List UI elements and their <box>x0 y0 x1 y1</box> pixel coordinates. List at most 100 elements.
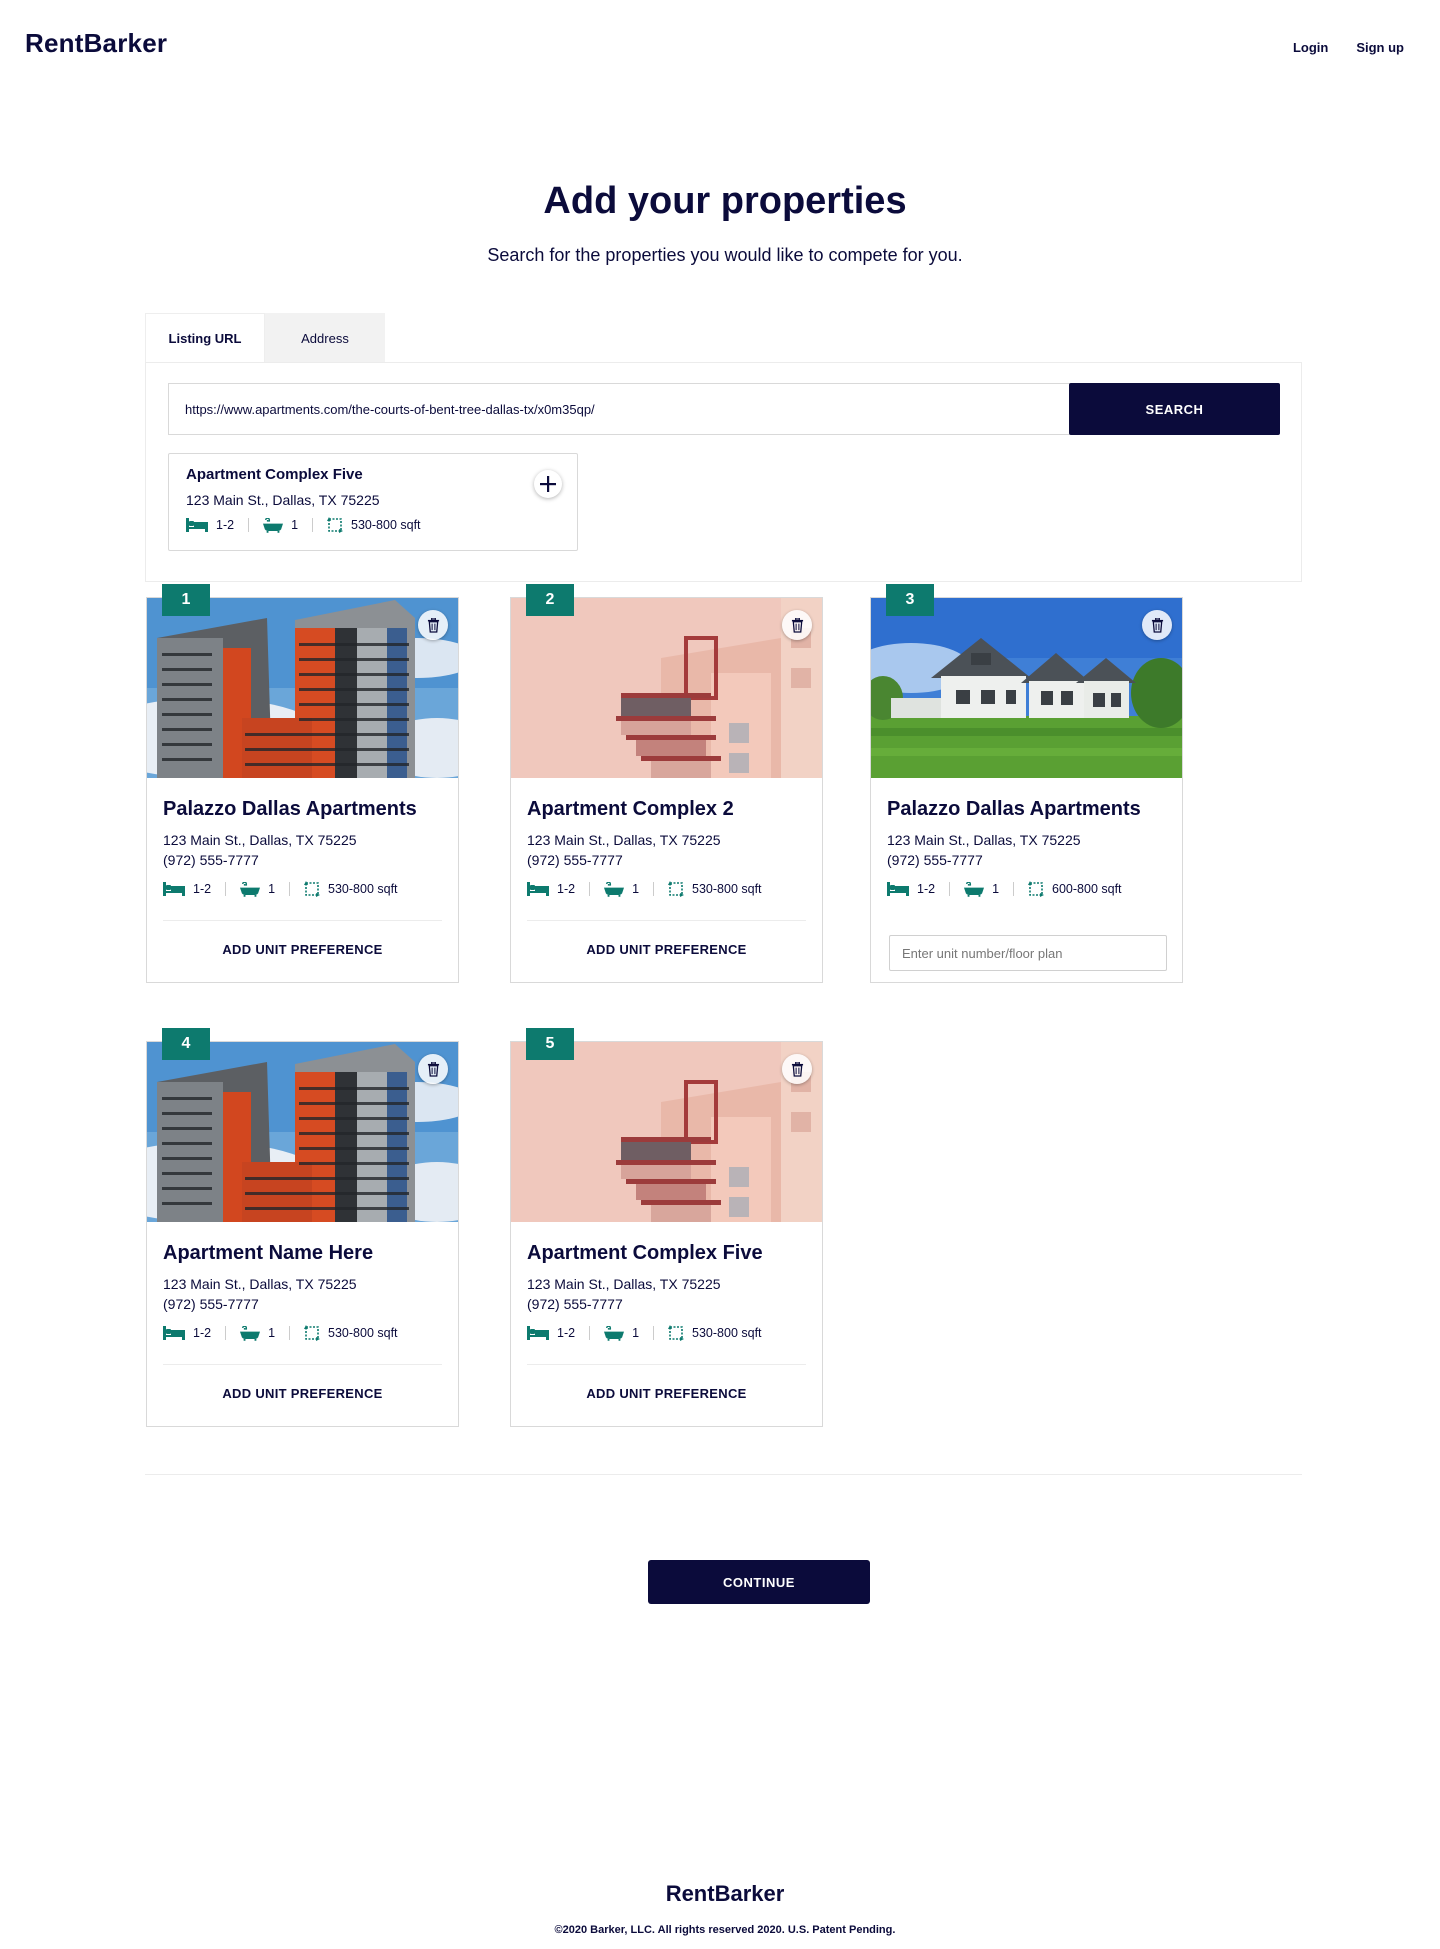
delete-property-button[interactable] <box>782 610 812 640</box>
property-address: 123 Main St., Dallas, TX 75225 <box>527 832 721 848</box>
property-features: 1-2 1 530-800 sqft <box>163 1325 398 1341</box>
property-name: Apartment Complex 2 <box>527 798 734 820</box>
footer-logo[interactable]: RentBarker <box>0 1881 1440 1907</box>
bed-icon <box>887 882 909 896</box>
property-address: 123 Main St., Dallas, TX 75225 <box>163 1276 357 1292</box>
bath-icon <box>240 1326 260 1341</box>
trash-icon <box>1151 618 1164 633</box>
property-address: 123 Main St., Dallas, TX 75225 <box>163 832 357 848</box>
area-icon <box>1028 881 1044 897</box>
property-features: 1-2 1 600-800 sqft <box>887 881 1122 897</box>
property-number-badge: 3 <box>886 584 934 616</box>
baths-feature: 1 <box>240 1326 275 1341</box>
property-address: 123 Main St., Dallas, TX 75225 <box>887 832 1081 848</box>
card-divider <box>527 1364 806 1365</box>
signup-link[interactable]: Sign up <box>1356 40 1404 55</box>
add-unit-preference-button[interactable]: ADD UNIT PREFERENCE <box>147 1386 458 1401</box>
sqft-value: 530-800 sqft <box>351 518 421 532</box>
trash-icon <box>791 618 804 633</box>
card-divider <box>527 920 806 921</box>
result-features: 1-2 1 530-800 sqft <box>186 517 560 533</box>
continue-button[interactable]: CONTINUE <box>648 1560 870 1604</box>
delete-property-button[interactable] <box>418 610 448 640</box>
feature-divider <box>653 882 655 896</box>
property-phone: (972) 555-7777 <box>527 1296 623 1312</box>
property-photo <box>871 598 1182 778</box>
tab-address[interactable]: Address <box>265 313 385 363</box>
property-name: Apartment Name Here <box>163 1242 374 1264</box>
property-features: 1-2 1 530-800 sqft <box>163 881 398 897</box>
area-icon <box>668 1325 684 1341</box>
property-card[interactable]: 4 Apartment Name Here 123 Main St., Dallas… <box>146 1028 459 1427</box>
delete-property-button[interactable] <box>418 1054 448 1084</box>
property-name: Palazzo Dallas Apartments <box>887 798 1141 820</box>
baths-value: 1 <box>268 882 276 896</box>
login-link[interactable]: Login <box>1293 40 1328 55</box>
beds-feature: 1-2 <box>887 882 935 896</box>
feature-divider <box>589 1326 591 1340</box>
area-feature: 530-800 sqft <box>304 881 398 897</box>
property-phone: (972) 555-7777 <box>163 852 259 868</box>
property-address: 123 Main St., Dallas, TX 75225 <box>527 1276 721 1292</box>
unit-preference-input[interactable] <box>889 935 1167 971</box>
beds-feature: 1-2 <box>163 882 211 896</box>
bed-icon <box>163 882 185 896</box>
listing-url-input[interactable] <box>168 383 1070 435</box>
search-button[interactable]: SEARCH <box>1069 383 1280 435</box>
property-photo <box>511 598 822 778</box>
property-number-badge: 2 <box>526 584 574 616</box>
property-photo <box>147 1042 458 1222</box>
feature-divider <box>289 1326 291 1340</box>
page-title: Add your properties <box>543 180 907 222</box>
feature-divider <box>1013 882 1015 896</box>
beds-value: 1-2 <box>216 518 235 532</box>
area-icon <box>304 1325 320 1341</box>
bath-icon <box>964 882 984 897</box>
delete-property-button[interactable] <box>1142 610 1172 640</box>
property-phone: (972) 555-7777 <box>527 852 623 868</box>
result-address: 123 Main St., Dallas, TX 75225 <box>186 492 380 508</box>
feature-divider <box>289 882 291 896</box>
beds-feature: 1-2 <box>527 1326 575 1340</box>
feature-divider <box>949 882 951 896</box>
baths-feature: 1 <box>604 1326 639 1341</box>
area-feature: 530-800 sqft <box>327 517 421 533</box>
bath-icon <box>604 1326 624 1341</box>
property-photo <box>147 598 458 778</box>
property-card[interactable]: 1 Palazzo Dallas Apartments 123 Main St., … <box>146 584 459 983</box>
trash-icon <box>427 618 440 633</box>
bed-icon <box>527 882 549 896</box>
beds-feature: 1-2 <box>163 1326 211 1340</box>
property-features: 1-2 1 530-800 sqft <box>527 1325 762 1341</box>
feature-divider <box>248 518 250 532</box>
area-feature: 530-800 sqft <box>668 881 762 897</box>
property-card[interactable]: 2 Apartment Complex 2 123 Main St., Dallas… <box>510 584 823 983</box>
beds-value: 1-2 <box>193 1326 212 1340</box>
tab-listing-url[interactable]: Listing URL <box>145 313 265 363</box>
add-unit-preference-button[interactable]: ADD UNIT PREFERENCE <box>147 942 458 957</box>
beds-value: 1-2 <box>557 1326 576 1340</box>
trash-icon <box>791 1062 804 1077</box>
area-icon <box>327 517 343 533</box>
feature-divider <box>312 518 314 532</box>
add-property-button[interactable] <box>534 470 562 498</box>
property-card[interactable]: 5 Apartment Complex Five 123 Main St., Dal… <box>510 1028 823 1427</box>
property-name: Apartment Complex Five <box>527 1242 763 1264</box>
feature-divider <box>589 882 591 896</box>
plus-icon <box>540 476 556 492</box>
bath-icon <box>240 882 260 897</box>
delete-property-button[interactable] <box>782 1054 812 1084</box>
baths-value: 1 <box>632 882 640 896</box>
search-result-card[interactable]: Apartment Complex Five 123 Main St., Dal… <box>168 453 578 551</box>
add-unit-preference-button[interactable]: ADD UNIT PREFERENCE <box>511 942 822 957</box>
add-unit-preference-button[interactable]: ADD UNIT PREFERENCE <box>511 1386 822 1401</box>
feature-divider <box>225 1326 227 1340</box>
logo[interactable]: RentBarker <box>25 28 167 59</box>
top-nav: Login Sign up <box>1293 40 1404 55</box>
trash-icon <box>427 1062 440 1077</box>
property-phone: (972) 555-7777 <box>163 1296 259 1312</box>
property-card[interactable]: 3 Palazzo Dallas Apartments 123 Main St., … <box>870 584 1183 983</box>
footer-copyright: ©2020 Barker, LLC. All rights reserved 2… <box>554 1924 896 1936</box>
baths-feature: 1 <box>964 882 999 897</box>
result-name: Apartment Complex Five <box>186 466 363 483</box>
